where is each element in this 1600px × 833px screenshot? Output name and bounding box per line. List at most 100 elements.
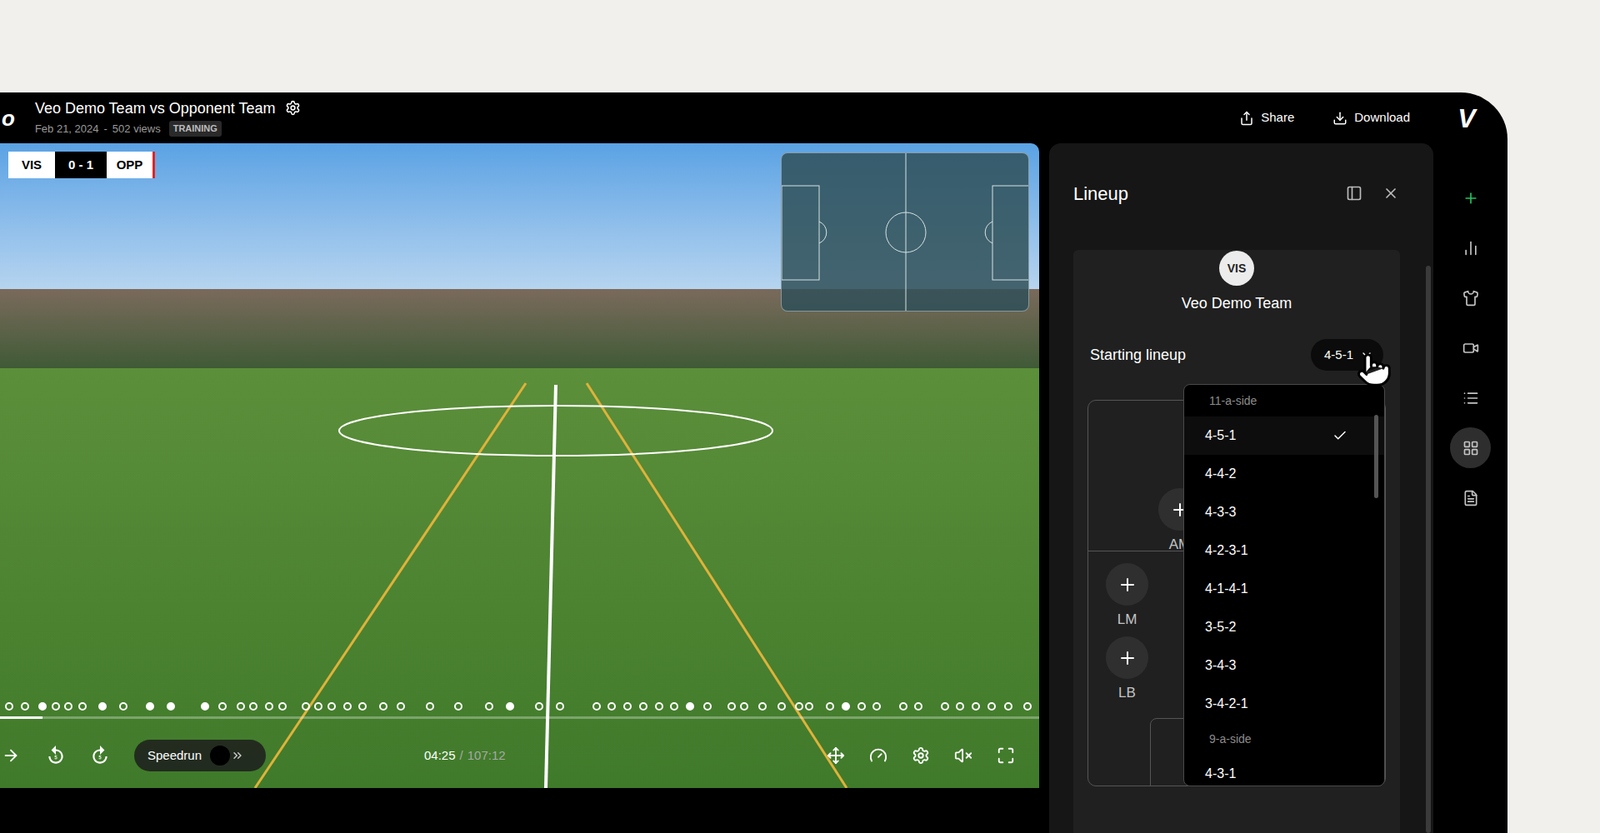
volume-muted-icon[interactable] [954, 746, 973, 765]
event-marker[interactable] [535, 702, 544, 711]
rail-button[interactable] [1450, 177, 1491, 219]
event-marker[interactable] [825, 702, 835, 711]
brand-logo[interactable]: V [1448, 100, 1485, 137]
next-arrow-icon[interactable] [1, 746, 20, 765]
event-marker[interactable] [145, 702, 155, 711]
fullscreen-icon[interactable] [996, 746, 1015, 765]
event-marker[interactable] [379, 702, 388, 711]
event-marker[interactable] [940, 702, 950, 711]
event-marker[interactable] [38, 702, 47, 711]
settings-icon[interactable] [285, 100, 301, 116]
event-marker[interactable] [607, 702, 616, 711]
event-marker[interactable] [758, 702, 767, 711]
event-marker[interactable] [727, 702, 736, 711]
menu-option[interactable]: 3-5-2 [1184, 608, 1385, 647]
event-marker[interactable] [278, 702, 287, 711]
event-marker[interactable] [505, 702, 515, 711]
progress-bar[interactable] [0, 716, 1040, 720]
event-marker[interactable] [454, 702, 463, 711]
video-icon [1462, 340, 1480, 357]
veo-logo[interactable]: o [0, 107, 15, 130]
rail-button[interactable] [1450, 427, 1491, 469]
event-marker[interactable] [20, 702, 30, 711]
event-marker[interactable] [1004, 702, 1013, 711]
menu-option[interactable]: 4-5-1 [1184, 416, 1385, 455]
event-marker[interactable] [777, 702, 786, 711]
event-marker[interactable] [200, 702, 210, 711]
event-marker[interactable] [5, 702, 14, 711]
event-marker[interactable] [485, 702, 494, 711]
event-marker[interactable] [740, 702, 749, 711]
rail-button[interactable] [1450, 477, 1491, 519]
replay-5-icon[interactable] [45, 745, 67, 767]
menu-option[interactable]: 4-4-2 [1184, 455, 1385, 494]
event-marker[interactable] [555, 702, 565, 711]
menu-option[interactable]: 4-3-3 [1184, 493, 1385, 532]
settings-icon[interactable] [911, 746, 930, 765]
menu-option[interactable]: 4-1-4-1 [1184, 570, 1385, 609]
event-marker[interactable] [987, 702, 996, 711]
event-marker[interactable] [249, 702, 258, 711]
event-marker[interactable] [872, 702, 881, 711]
home-team: VIS [8, 151, 55, 179]
header-action-button[interactable]: Download [1332, 108, 1410, 128]
event-timeline[interactable] [0, 702, 1040, 713]
event-marker[interactable] [703, 702, 712, 711]
event-marker[interactable] [51, 702, 60, 711]
menu-option[interactable]: 4-3-1 [1184, 755, 1385, 787]
event-marker[interactable] [1023, 702, 1032, 711]
rail-button[interactable] [1450, 227, 1491, 269]
event-marker[interactable] [655, 702, 664, 711]
event-marker[interactable] [64, 702, 73, 711]
menu-scrollbar[interactable] [1374, 415, 1379, 499]
event-marker[interactable] [670, 702, 679, 711]
event-marker[interactable] [805, 702, 814, 711]
menu-option[interactable]: 4-2-3-1 [1184, 531, 1385, 570]
toggle-switch[interactable] [210, 745, 247, 766]
event-marker[interactable] [396, 702, 405, 711]
add-player-button[interactable] [1105, 636, 1149, 680]
event-marker[interactable] [795, 702, 804, 711]
event-marker[interactable] [98, 702, 107, 711]
download-icon [1332, 110, 1348, 126]
forward-5-icon[interactable] [89, 745, 111, 767]
event-marker[interactable] [301, 702, 310, 711]
event-marker[interactable] [265, 702, 274, 711]
speed-gauge-icon[interactable] [869, 746, 888, 765]
menu-option[interactable]: 3-4-2-1 [1184, 685, 1385, 724]
event-marker[interactable] [78, 702, 87, 711]
event-marker[interactable] [358, 702, 367, 711]
event-marker[interactable] [914, 702, 923, 711]
add-player-button[interactable] [1105, 563, 1149, 606]
event-marker[interactable] [639, 702, 648, 711]
plus-icon [1117, 575, 1138, 595]
minimap[interactable] [780, 152, 1030, 312]
rail-button[interactable] [1450, 277, 1491, 319]
header-action-button[interactable]: Share [1239, 108, 1295, 128]
event-marker[interactable] [971, 702, 980, 711]
speedrun-toggle[interactable]: Speedrun [134, 740, 266, 772]
move-icon[interactable] [826, 746, 845, 765]
video-player[interactable]: VIS0 - 1OPPSpeedrun04:25/107:12 [0, 143, 1040, 789]
event-marker[interactable] [841, 702, 850, 711]
event-marker[interactable] [955, 702, 965, 711]
event-marker[interactable] [623, 702, 632, 711]
event-marker[interactable] [857, 702, 866, 711]
event-marker[interactable] [119, 702, 128, 711]
event-marker[interactable] [218, 702, 227, 711]
dock-panel-icon[interactable] [1345, 185, 1363, 202]
rail-button[interactable] [1450, 377, 1491, 419]
rail-button[interactable] [1450, 327, 1491, 369]
event-marker[interactable] [425, 702, 435, 711]
event-marker[interactable] [314, 702, 323, 711]
event-marker[interactable] [327, 702, 336, 711]
event-marker[interactable] [166, 702, 175, 711]
event-marker[interactable] [685, 702, 695, 711]
menu-option[interactable]: 3-4-3 [1184, 646, 1385, 685]
event-marker[interactable] [592, 702, 601, 711]
event-marker[interactable] [899, 702, 908, 711]
panel-scrollbar[interactable] [1425, 265, 1431, 833]
event-marker[interactable] [236, 702, 245, 711]
event-marker[interactable] [343, 702, 352, 711]
close-icon[interactable] [1382, 185, 1400, 202]
